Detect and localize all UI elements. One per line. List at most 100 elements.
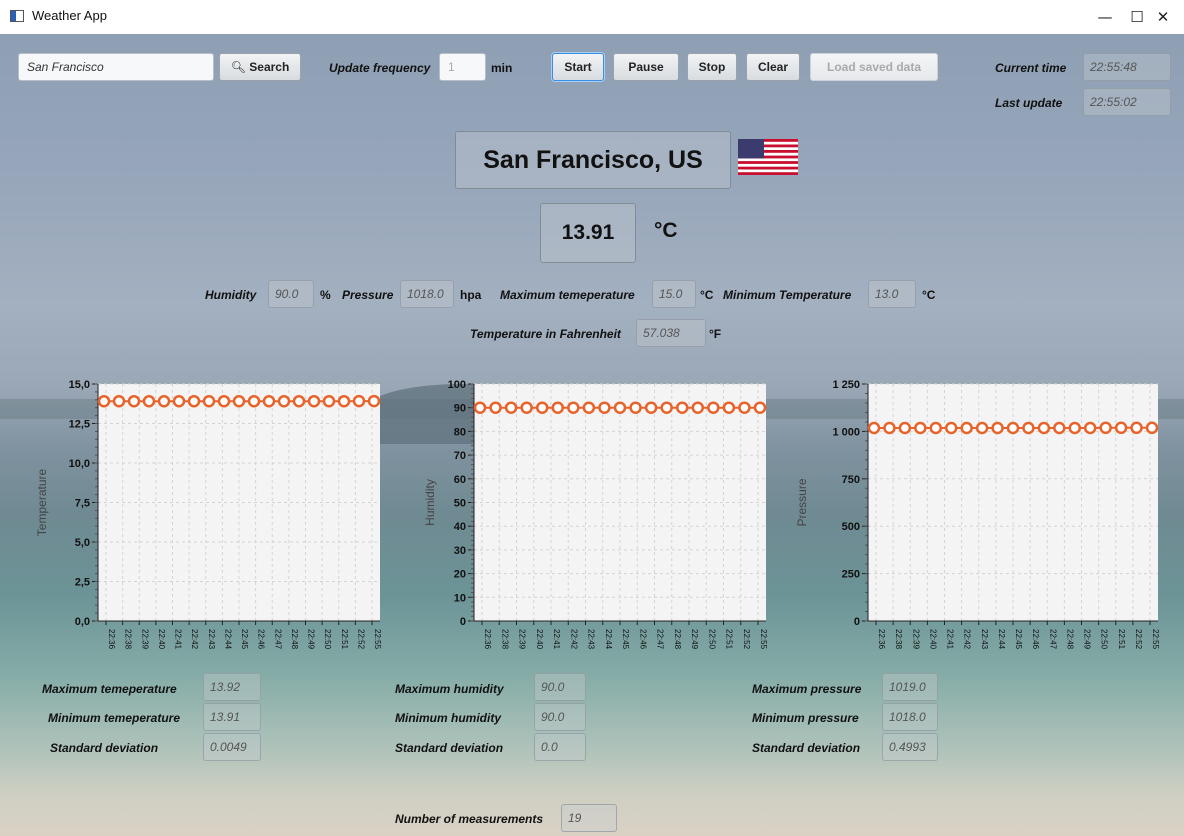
humidity-data-point [613,401,627,414]
humidity-data-point [675,401,689,414]
update-frequency-input[interactable]: 1 [439,53,486,81]
current-temperature: 13.91 [540,203,636,263]
max-temperature-label: Maximum temeperature [500,288,635,302]
temperature-x-tick-label: 22:48 [290,629,299,650]
humidity-y-axis-label: Humidity [423,479,437,526]
pressure-unit: hpa [460,288,482,302]
humidity-x-tick-label: 22:50 [707,629,716,650]
temp-min-value: 13.91 [203,703,261,731]
humidity-y-tick-label: 50 [454,498,466,510]
pressure-data-point [991,421,1004,435]
pressure-data-point [1022,421,1035,435]
current-time-label: Current time [995,61,1067,75]
humidity-data-point [707,401,720,414]
pressure-y-tick-label: 1 000 [832,426,860,438]
humidity-min-label: Minimum humidity [395,711,501,725]
humidity-sd-label: Standard deviation [395,741,504,755]
temperature-data-point [142,394,156,408]
temperature-y-tick-label: 15,0 [69,379,90,391]
humidity-x-tick-label: 22:39 [518,629,527,650]
humidity-data-point [535,401,549,414]
pressure-x-tick-label: 22:52 [1134,629,1143,650]
temp-max-label: Maximum temeperature [42,682,177,696]
temperature-data-point [187,394,201,408]
humidity-y-tick-label: 30 [454,545,466,557]
temperature-data-point [157,394,171,408]
humidity-data-point [722,401,736,414]
humidity-x-tick-label: 22:48 [673,629,682,650]
humidity-data-point [551,401,565,414]
close-button[interactable]: ✕ [1140,0,1184,34]
humidity-y-tick-label: 90 [454,403,466,415]
pressure-x-tick-label: 22:50 [1100,629,1109,650]
max-temperature-value: 15.0 [652,280,696,308]
pressure-x-tick-label: 22:40 [928,629,937,650]
humidity-y-tick-label: 70 [454,450,466,462]
max-temperature-unit: °C [700,288,714,302]
temperature-x-tick-label: 22:45 [240,629,249,650]
pressure-y-tick-label: 0 [854,616,860,628]
pressure-data-point [960,421,973,435]
pressure-value: 1018.0 [400,280,454,308]
temperature-x-tick-label: 22:47 [273,629,282,650]
temperature-y-tick-label: 10,0 [69,458,90,470]
humidity-data-point [582,401,596,414]
pressure-data-point [1099,421,1112,435]
pressure-x-tick-label: 22:55 [1151,629,1160,650]
pressure-data-point [1006,421,1020,435]
city-search-input[interactable]: San Francisco [18,53,214,81]
pressure-data-point [898,421,912,435]
temperature-data-point [202,394,216,408]
temperature-x-tick-label: 22:51 [340,629,349,650]
pressure-data-point [883,421,896,435]
temperature-x-tick-label: 22:42 [190,629,199,650]
pressure-y-tick-label: 500 [842,521,860,533]
humidity-value: 90.0 [268,280,314,308]
clear-button[interactable]: Clear [746,53,800,81]
window-title: Weather App [32,8,107,23]
temperature-data-point [277,394,291,408]
pressure-data-point [1130,421,1143,435]
search-button-label: Search [249,60,290,74]
temperature-y-tick-label: 5,0 [75,537,90,549]
humidity-unit: % [320,288,331,302]
title-bar: Weather App — ☐ ✕ [0,0,1184,34]
temperature-data-point [352,394,366,408]
pressure-x-tick-label: 22:41 [946,629,955,650]
humidity-data-point [567,401,580,414]
pressure-x-tick-label: 22:36 [877,629,886,650]
stop-button[interactable]: Stop [687,53,737,81]
pressure-x-tick-label: 22:42 [963,629,972,650]
pressure-x-tick-label: 22:43 [980,629,989,650]
temperature-data-point [217,394,231,408]
humidity-x-tick-label: 22:51 [725,629,734,650]
humidity-x-tick-label: 22:47 [656,629,665,650]
measurements-count-value: 19 [561,804,617,832]
humidity-x-tick-label: 22:38 [500,629,509,650]
temperature-data-point [307,394,321,408]
pressure-x-tick-label: 22:48 [1065,629,1074,650]
pressure-y-tick-label: 250 [842,569,860,581]
temperature-x-tick-label: 22:49 [307,629,316,650]
pause-button[interactable]: Pause [613,53,679,81]
temperature-data-point [367,394,381,408]
pressure-y-tick-label: 1 250 [832,379,860,391]
pressure-y-axis-label: Pressure [795,478,809,526]
pressure-label: Pressure [342,288,394,302]
humidity-x-tick-label: 22:45 [621,629,630,650]
temperature-y-tick-label: 12,5 [69,419,90,431]
humidity-y-tick-label: 0 [460,616,466,628]
pressure-sd-label: Standard deviation [752,741,861,755]
pressure-sd-value: 0.4993 [882,733,938,761]
humidity-data-point [598,401,611,414]
humidity-data-point [629,401,642,414]
load-saved-data-button[interactable]: Load saved data [810,53,938,81]
start-button[interactable]: Start [552,53,604,81]
pressure-y-tick-label: 750 [842,474,860,486]
pressure-x-tick-label: 22:49 [1083,629,1092,650]
fahrenheit-unit: °F [709,327,722,341]
temp-min-label: Minimum temeperature [48,711,181,725]
temperature-unit: °C [654,219,678,242]
pressure-x-tick-label: 22:39 [911,629,920,650]
search-button[interactable]: 🔍︎ Search [219,53,301,81]
